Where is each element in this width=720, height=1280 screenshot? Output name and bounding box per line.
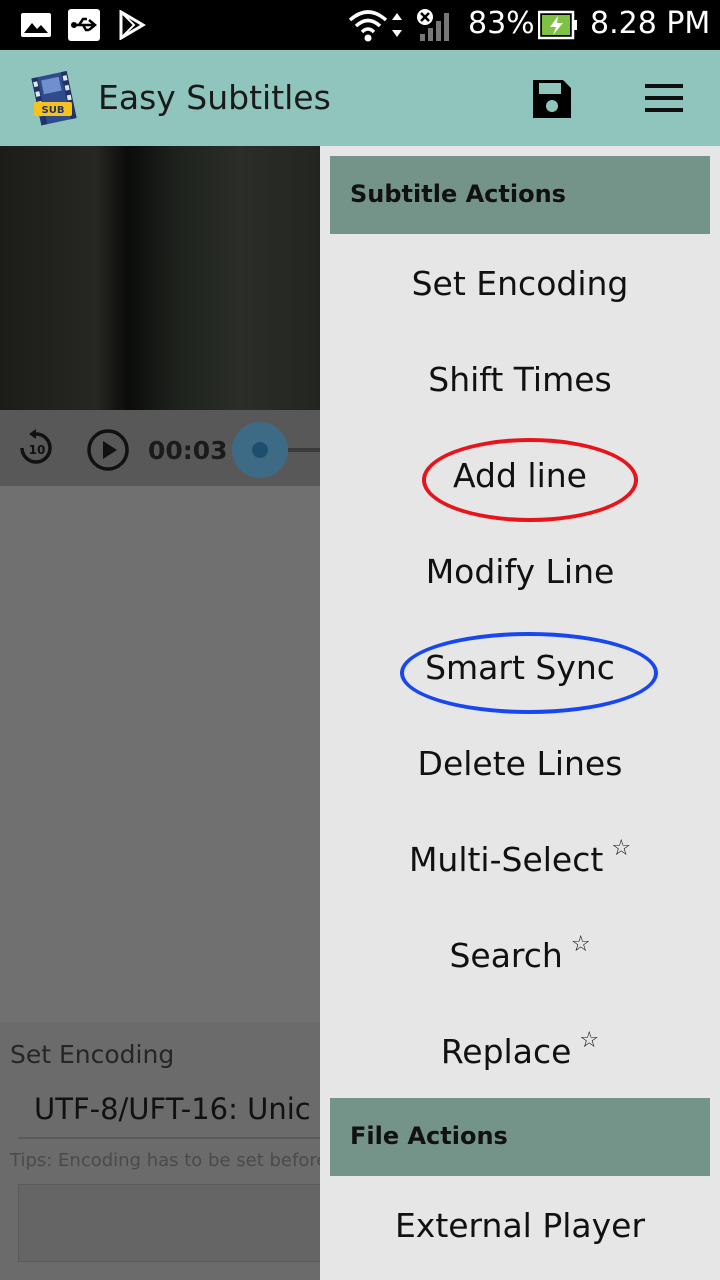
- battery-percentage: 83%: [468, 6, 535, 41]
- menu-item-label: Modify Line: [425, 552, 615, 591]
- seek-bar-track[interactable]: [288, 448, 320, 452]
- menu-item-label: Add line: [453, 456, 587, 495]
- menu-item-external-player[interactable]: External Player: [320, 1178, 720, 1274]
- menu-item-add-line[interactable]: Add line: [320, 428, 720, 524]
- wifi-icon: [348, 10, 388, 42]
- file-actions-title: File Actions: [350, 1122, 508, 1150]
- encoding-label: Set Encoding: [10, 1040, 175, 1069]
- usb-notification-icon: [68, 9, 100, 41]
- signal-icon: [417, 9, 449, 41]
- premium-star-icon: ☆: [611, 836, 632, 861]
- file-actions-header: File Actions: [330, 1098, 710, 1176]
- actions-drawer: Subtitle Actions Set Encoding Shift Time…: [320, 146, 720, 1280]
- menu-item-search[interactable]: Search ☆: [320, 908, 720, 1004]
- menu-item-smart-sync[interactable]: Smart Sync: [320, 620, 720, 716]
- player-controls: 10 00:03: [0, 410, 320, 486]
- menu-item-label: Set Encoding: [411, 264, 629, 303]
- data-transfer-icon: [392, 13, 402, 37]
- subtitle-actions-header: Subtitle Actions: [330, 156, 710, 234]
- menu-item-label: Delete Lines: [417, 744, 623, 783]
- subtitle-actions-title: Subtitle Actions: [350, 180, 566, 208]
- premium-star-icon: ☆: [579, 1028, 600, 1053]
- menu-item-set-encoding[interactable]: Set Encoding: [320, 236, 720, 332]
- menu-item-label: Search: [449, 936, 563, 975]
- seek-bar-thumb[interactable]: [232, 422, 288, 478]
- replay-10-label: 10: [29, 443, 46, 457]
- save-icon[interactable]: [531, 78, 573, 120]
- encoding-apply-button[interactable]: [18, 1184, 320, 1262]
- play-icon[interactable]: [86, 428, 130, 472]
- seek-bar-dot: [252, 442, 268, 458]
- battery-charging-icon: [538, 10, 577, 40]
- menu-item-label: Smart Sync: [425, 648, 615, 687]
- gallery-notification-icon: [21, 13, 51, 37]
- encoding-tip: Tips: Encoding has to be set before: [10, 1150, 320, 1171]
- menu-item-label: Replace: [440, 1032, 572, 1071]
- menu-item-label: External Player: [394, 1206, 646, 1245]
- current-time: 00:03: [148, 436, 228, 465]
- menu-item-replace[interactable]: Replace ☆: [320, 1004, 720, 1100]
- play-store-notification-icon: [119, 10, 146, 40]
- app-logo-icon: SUB: [31, 70, 77, 126]
- menu-icon[interactable]: [644, 80, 684, 116]
- menu-item-delete-lines[interactable]: Delete Lines: [320, 716, 720, 812]
- encoding-select-underline: [18, 1137, 320, 1139]
- subtitle-list-area: [0, 486, 320, 1022]
- clock-time: 8.28 PM: [590, 6, 711, 41]
- menu-item-shift-times[interactable]: Shift Times: [320, 332, 720, 428]
- menu-item-modify-line[interactable]: Modify Line: [320, 524, 720, 620]
- video-preview[interactable]: [0, 146, 320, 410]
- menu-item-label: Multi-Select: [408, 840, 604, 879]
- logo-sub-text: SUB: [42, 105, 65, 116]
- app-title: Easy Subtitles: [98, 78, 331, 117]
- premium-star-icon: ☆: [570, 932, 591, 957]
- encoding-panel: Set Encoding UTF-8/UFT-16: Unic Tips: En…: [0, 1022, 320, 1280]
- encoding-select[interactable]: UTF-8/UFT-16: Unic: [34, 1092, 311, 1126]
- status-bar: 83% 8.28 PM: [0, 0, 720, 50]
- replay-10-icon[interactable]: 10: [16, 428, 56, 468]
- app-bar: SUB Easy Subtitles: [0, 50, 720, 146]
- menu-item-label: Shift Times: [428, 360, 612, 399]
- menu-item-multi-select[interactable]: Multi-Select ☆: [320, 812, 720, 908]
